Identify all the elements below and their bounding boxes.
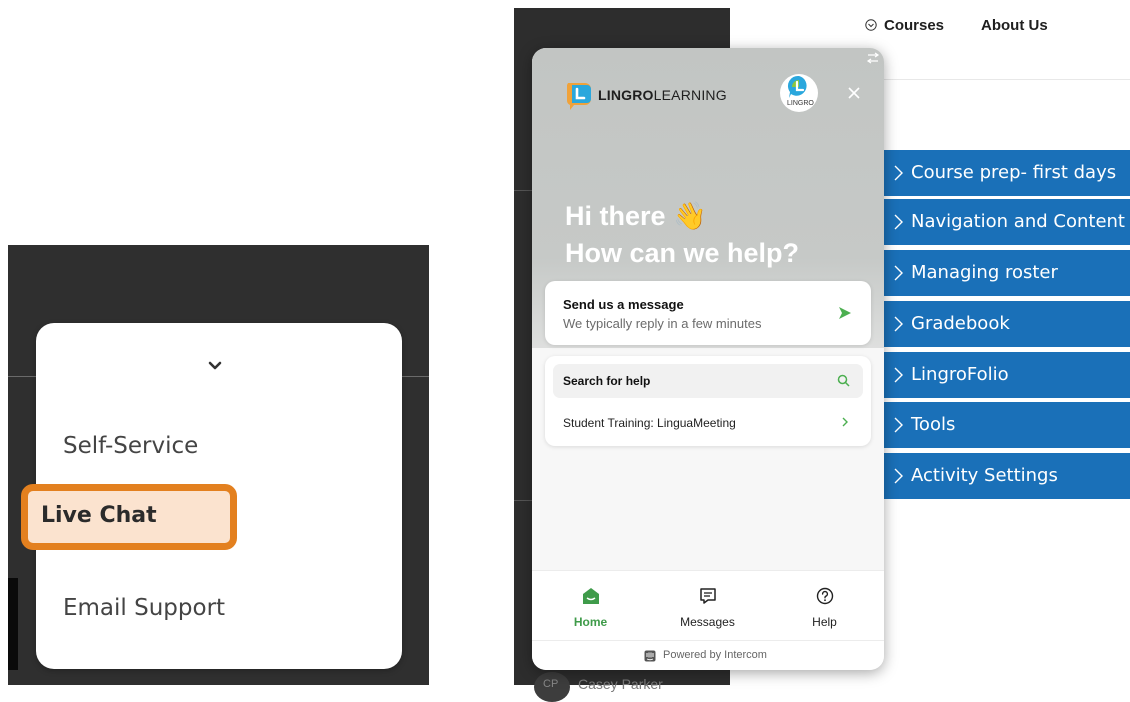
menu-item-email-support[interactable]: Email Support bbox=[63, 595, 225, 621]
home-icon bbox=[583, 588, 599, 604]
accordion-label: Managing roster bbox=[911, 262, 1058, 283]
dark-edge bbox=[8, 578, 18, 670]
tab-help[interactable]: Help bbox=[766, 571, 883, 641]
accordion-label: Gradebook bbox=[911, 313, 1010, 334]
search-label: Search for help bbox=[563, 374, 651, 388]
accordion-label: Navigation and Content bbox=[911, 211, 1125, 232]
tab-label: Help bbox=[812, 615, 837, 629]
nav-link-courses[interactable]: Courses bbox=[884, 17, 944, 34]
chevron-right-icon bbox=[842, 417, 848, 427]
intercom-logo-icon bbox=[644, 650, 656, 662]
accordion-label: Course prep- first days bbox=[911, 162, 1117, 183]
brand-logo: LINGROLEARNING bbox=[598, 87, 727, 103]
tab-label: Home bbox=[573, 615, 608, 629]
greeting-subtitle: How can we help? bbox=[565, 238, 800, 268]
accordion-item-lingrofolio[interactable]: LingroFolio bbox=[884, 352, 1130, 398]
avatar-initials: CP bbox=[543, 678, 559, 690]
chevron-right-icon bbox=[894, 214, 903, 230]
accordion-item-tools[interactable]: Tools bbox=[884, 402, 1130, 448]
tab-home[interactable]: Home bbox=[532, 571, 649, 641]
search-icon bbox=[837, 374, 850, 387]
user-name: Casey Parker bbox=[578, 676, 663, 692]
team-avatar: LINGRO bbox=[780, 74, 818, 112]
logo-text-rest: LEARNING bbox=[653, 87, 727, 103]
accordion-item-managing-roster[interactable]: Managing roster bbox=[884, 250, 1130, 296]
divider bbox=[884, 79, 1130, 80]
chevron-circle-icon bbox=[865, 19, 877, 31]
accordion-item-navigation[interactable]: Navigation and Content bbox=[884, 199, 1130, 245]
lingro-logo-icon bbox=[566, 83, 591, 110]
avatar-label: LINGRO bbox=[787, 100, 814, 107]
nav-link-about-us[interactable]: About Us bbox=[981, 17, 1048, 34]
help-article-link[interactable]: Student Training: LinguaMeeting bbox=[563, 416, 736, 430]
divider bbox=[514, 190, 534, 191]
expand-icon[interactable] bbox=[866, 52, 880, 64]
messenger-tab-bar: Home Messages Help bbox=[532, 570, 884, 641]
chevron-right-icon bbox=[894, 468, 903, 484]
powered-by-text: Powered by Intercom bbox=[663, 649, 767, 661]
accordion-item-course-prep[interactable]: Course prep- first days bbox=[884, 150, 1130, 196]
chevron-right-icon bbox=[894, 165, 903, 181]
lingro-logo-icon bbox=[787, 75, 807, 98]
send-message-card[interactable]: Send us a message We typically reply in … bbox=[545, 281, 871, 345]
menu-item-label: Live Chat bbox=[41, 503, 157, 528]
left-screenshot-panel: Self-Service Live Chat Email Support bbox=[8, 245, 429, 685]
intercom-messenger: LINGROLEARNING LINGRO Hi there 👋 How can… bbox=[532, 48, 884, 670]
help-menu-popup: Self-Service Live Chat Email Support bbox=[21, 323, 402, 669]
menu-item-live-chat[interactable]: Live Chat bbox=[21, 484, 237, 550]
menu-item-self-service[interactable]: Self-Service bbox=[63, 433, 198, 459]
logo-text-bold: LINGRO bbox=[598, 87, 654, 103]
search-for-help-input[interactable]: Search for help bbox=[553, 364, 863, 398]
tab-label: Messages bbox=[680, 615, 735, 629]
chevron-right-icon bbox=[894, 265, 903, 281]
send-message-title: Send us a message bbox=[563, 297, 684, 312]
greeting-title: Hi there 👋 bbox=[565, 201, 707, 231]
avatar[interactable]: CP bbox=[534, 672, 570, 702]
accordion-label: Activity Settings bbox=[911, 465, 1058, 486]
divider bbox=[514, 500, 534, 501]
chevron-right-icon bbox=[894, 367, 903, 383]
accordion-label: LingroFolio bbox=[911, 364, 1009, 385]
messages-icon bbox=[700, 588, 716, 604]
tab-messages[interactable]: Messages bbox=[649, 571, 766, 641]
reply-time-text: We typically reply in a few minutes bbox=[563, 316, 762, 331]
accordion-item-gradebook[interactable]: Gradebook bbox=[884, 301, 1130, 347]
accordion-label: Tools bbox=[911, 414, 956, 435]
chevron-down-icon[interactable] bbox=[206, 357, 224, 375]
help-icon bbox=[816, 587, 834, 605]
help-search-card: Search for help Student Training: Lingua… bbox=[545, 356, 871, 446]
accordion-item-activity-settings[interactable]: Activity Settings bbox=[884, 453, 1130, 499]
chevron-right-icon bbox=[894, 316, 903, 332]
send-icon bbox=[839, 307, 851, 319]
close-icon[interactable] bbox=[848, 87, 860, 99]
chevron-right-icon bbox=[894, 417, 903, 433]
powered-by-footer[interactable]: Powered by Intercom bbox=[532, 640, 884, 670]
